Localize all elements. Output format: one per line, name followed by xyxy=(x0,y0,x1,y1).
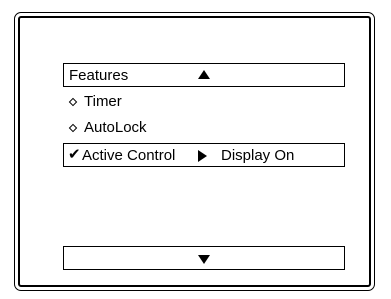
diamond-bullet-icon xyxy=(68,97,78,107)
checkmark-icon: ✔ xyxy=(68,146,81,163)
menu-item-timer[interactable]: Timer xyxy=(67,93,122,111)
menu-item-label: AutoLock xyxy=(84,119,147,136)
menu-item-active-control[interactable]: ✔ Active Control Display On xyxy=(63,143,345,167)
setting-value: Display On xyxy=(221,147,295,164)
submenu-arrow-icon xyxy=(198,150,207,162)
menu-item-autolock[interactable]: AutoLock xyxy=(67,119,147,137)
menu-header: Features xyxy=(63,63,345,87)
diamond-bullet-icon xyxy=(68,123,78,133)
scroll-up-icon[interactable] xyxy=(198,70,210,79)
menu-item-label: Timer xyxy=(84,93,122,110)
scroll-down-icon[interactable] xyxy=(198,255,210,264)
menu-title: Features xyxy=(69,67,129,84)
menu-item-label: Active Control xyxy=(82,147,176,164)
menu-footer xyxy=(63,246,345,270)
